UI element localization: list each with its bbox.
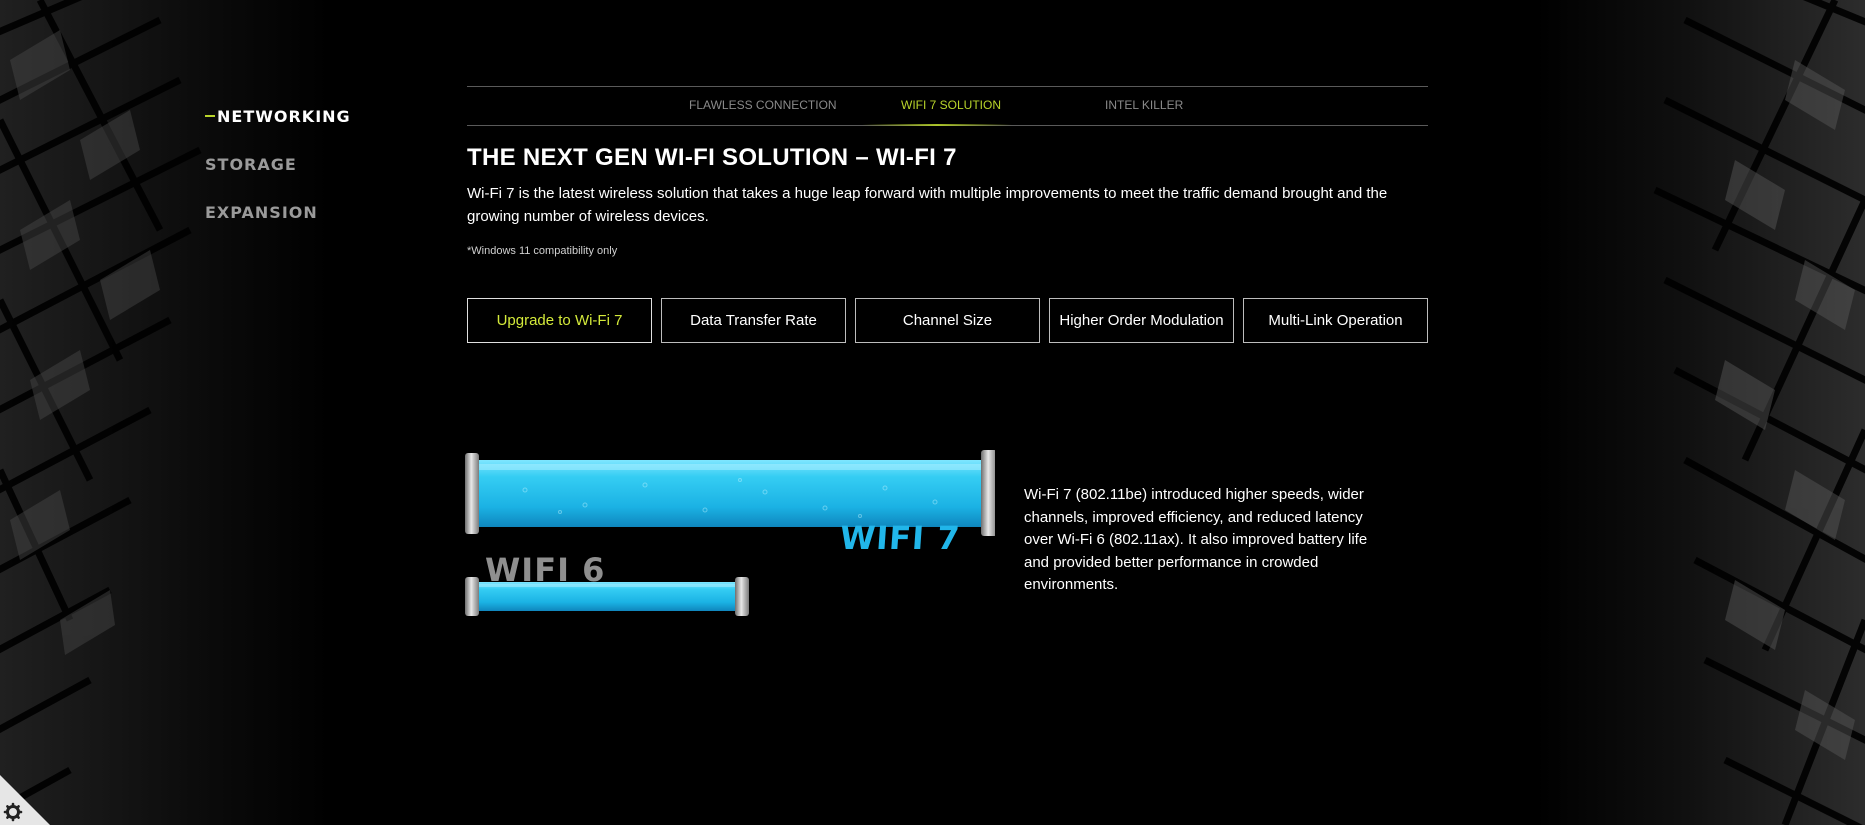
active-tab-underline <box>862 124 1012 126</box>
cookie-settings-button[interactable] <box>0 775 50 825</box>
feature-data-transfer-rate-button[interactable]: Data Transfer Rate <box>661 298 846 343</box>
side-nav-item-storage[interactable]: STORAGE <box>205 140 351 188</box>
side-nav-item-label: STORAGE <box>205 154 297 174</box>
compatibility-note: *Windows 11 compatibility only <box>467 245 618 257</box>
tab-wifi-7-solution[interactable]: WIFI 7 SOLUTION <box>901 98 1001 112</box>
feature-channel-size-button[interactable]: Channel Size <box>855 298 1040 343</box>
feature-upgrade-to-wifi-7-button[interactable]: Upgrade to Wi-Fi 7 <box>467 298 652 343</box>
side-nav-item-networking[interactable]: NETWORKING <box>205 92 351 140</box>
feature-multi-link-operation-button[interactable]: Multi-Link Operation <box>1243 298 1428 343</box>
tab-intel-killer[interactable]: INTEL KILLER <box>1105 98 1183 112</box>
tire-tread-decoration-right <box>1535 0 1865 825</box>
feature-higher-order-modulation-button[interactable]: Higher Order Modulation <box>1049 298 1234 343</box>
section-description: Wi-Fi 7 is the latest wireless solution … <box>467 185 1388 225</box>
wifi-7-label: WIFI 7 <box>838 519 962 557</box>
side-nav-item-expansion[interactable]: EXPANSION <box>205 188 351 236</box>
side-nav-item-label: EXPANSION <box>205 202 318 222</box>
section-tabs: FLAWLESS CONNECTION WIFI 7 SOLUTION INTE… <box>467 86 1428 126</box>
page: NETWORKING STORAGE EXPANSION FLAWLESS CO… <box>0 0 1865 825</box>
tab-flawless-connection[interactable]: FLAWLESS CONNECTION <box>689 98 837 112</box>
section-title: THE NEXT GEN WI-FI SOLUTION – WI-FI 7 <box>467 144 957 171</box>
gear-icon <box>0 775 50 825</box>
wifi-6-label: WIFI 6 <box>485 551 606 589</box>
side-nav: NETWORKING STORAGE EXPANSION <box>205 92 351 236</box>
feature-button-row: Upgrade to Wi-Fi 7 Data Transfer Rate Ch… <box>467 298 1429 343</box>
active-indicator-dash <box>205 115 215 117</box>
side-nav-item-label: NETWORKING <box>217 106 351 126</box>
wifi-7-explanation-text: Wi-Fi 7 (802.11be) introduced higher spe… <box>1024 486 1368 593</box>
